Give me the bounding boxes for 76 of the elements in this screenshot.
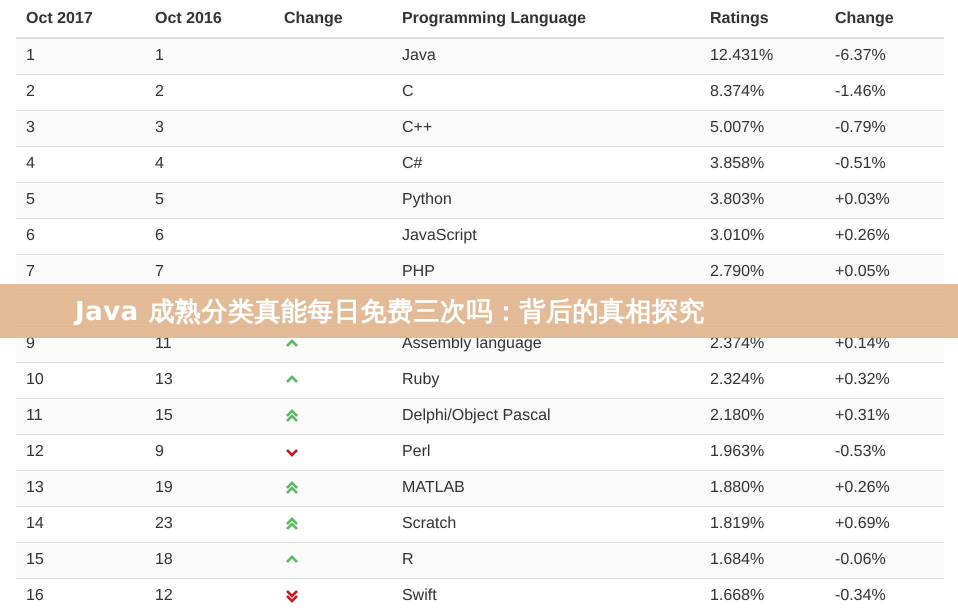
table-cell: R (402, 551, 414, 568)
table-cell: -0.53% (835, 443, 886, 460)
table-cell: 14 (26, 515, 44, 532)
table-cell: Perl (402, 443, 430, 460)
table-cell: +0.03% (835, 191, 890, 208)
table-cell: C# (402, 155, 422, 172)
table-cell: 12 (155, 587, 173, 604)
table-cell: 18 (155, 551, 173, 568)
table-cell: 2.324% (710, 371, 764, 388)
table-cell: 2.374% (710, 335, 764, 352)
table-cell: PHP (402, 263, 435, 280)
table-cell: 4 (155, 155, 164, 172)
table-cell: 13 (155, 371, 173, 388)
table-cell: +0.31% (835, 407, 890, 424)
table-cell: 1.880% (710, 479, 764, 496)
table-cell: 3 (26, 119, 35, 136)
table-cell: MATLAB (402, 479, 465, 496)
table-cell: 1.819% (710, 515, 764, 532)
table-cell: +0.69% (835, 515, 890, 532)
table-cell: 5 (155, 191, 164, 208)
table-cell: -6.37% (835, 47, 886, 64)
banner-title: Java 成熟分类真能每日免费三次吗：背后的真相探究 (75, 296, 705, 328)
table-cell: 12 (26, 443, 44, 460)
table-cell: 3.010% (710, 227, 764, 244)
table-cell: +0.05% (835, 263, 890, 280)
table-cell: 5.007% (710, 119, 764, 136)
table-cell: 3 (155, 119, 164, 136)
table-cell: 7 (155, 263, 164, 280)
table-cell: 4 (26, 155, 35, 172)
table-cell: 19 (155, 479, 173, 496)
table-cell: -0.34% (835, 587, 886, 604)
table-cell: 1 (26, 47, 35, 64)
table-cell: 6 (26, 227, 35, 244)
table-cell: 1.684% (710, 551, 764, 568)
table-cell: 5 (26, 191, 35, 208)
table-cell: C (402, 83, 414, 100)
table-cell: 2 (26, 83, 35, 100)
table-cell: -1.46% (835, 83, 886, 100)
table-cell: JavaScript (402, 227, 477, 244)
table-cell: 15 (155, 407, 173, 424)
table-cell: 11 (26, 407, 43, 424)
table-cell: 11 (155, 335, 172, 352)
table-cell: 9 (26, 335, 35, 352)
table-cell: Scratch (402, 515, 456, 532)
table-cell: -0.51% (835, 155, 886, 172)
table-cell: Delphi/Object Pascal (402, 407, 551, 424)
table-cell: 3.858% (710, 155, 764, 172)
table-cell: -0.06% (835, 551, 886, 568)
table-cell: +0.32% (835, 371, 890, 388)
table-cell: +0.14% (835, 335, 890, 352)
table-cell: Java (402, 47, 436, 64)
table-cell: Ruby (402, 371, 440, 388)
table-cell: Swift (402, 587, 437, 604)
table-cell: 8.374% (710, 83, 764, 100)
table-cell: 7 (26, 263, 35, 280)
table-cell: 9 (155, 443, 164, 460)
table-cell: -0.79% (835, 119, 886, 136)
table-cell: 15 (26, 551, 44, 568)
table-cell: 13 (26, 479, 44, 496)
table-cell: 1 (155, 47, 164, 64)
table-cell: 10 (26, 371, 44, 388)
table-cell: 3.803% (710, 191, 764, 208)
table-cell: C++ (402, 119, 432, 136)
table-cell: 23 (155, 515, 173, 532)
table-cell: 1.668% (710, 587, 764, 604)
table-cell: 12.431% (710, 47, 774, 64)
table-cell: 2.180% (710, 407, 764, 424)
table-cell: +0.26% (835, 227, 890, 244)
table-cell: 16 (26, 587, 44, 604)
table-cell: 2 (155, 83, 164, 100)
table-cell: 2.790% (710, 263, 764, 280)
table-cell: +0.26% (835, 479, 890, 496)
table-cell: 1.963% (710, 443, 764, 460)
table-cell: Python (402, 191, 452, 208)
table-cell: 6 (155, 227, 164, 244)
table-cell: Assembly language (402, 335, 542, 352)
